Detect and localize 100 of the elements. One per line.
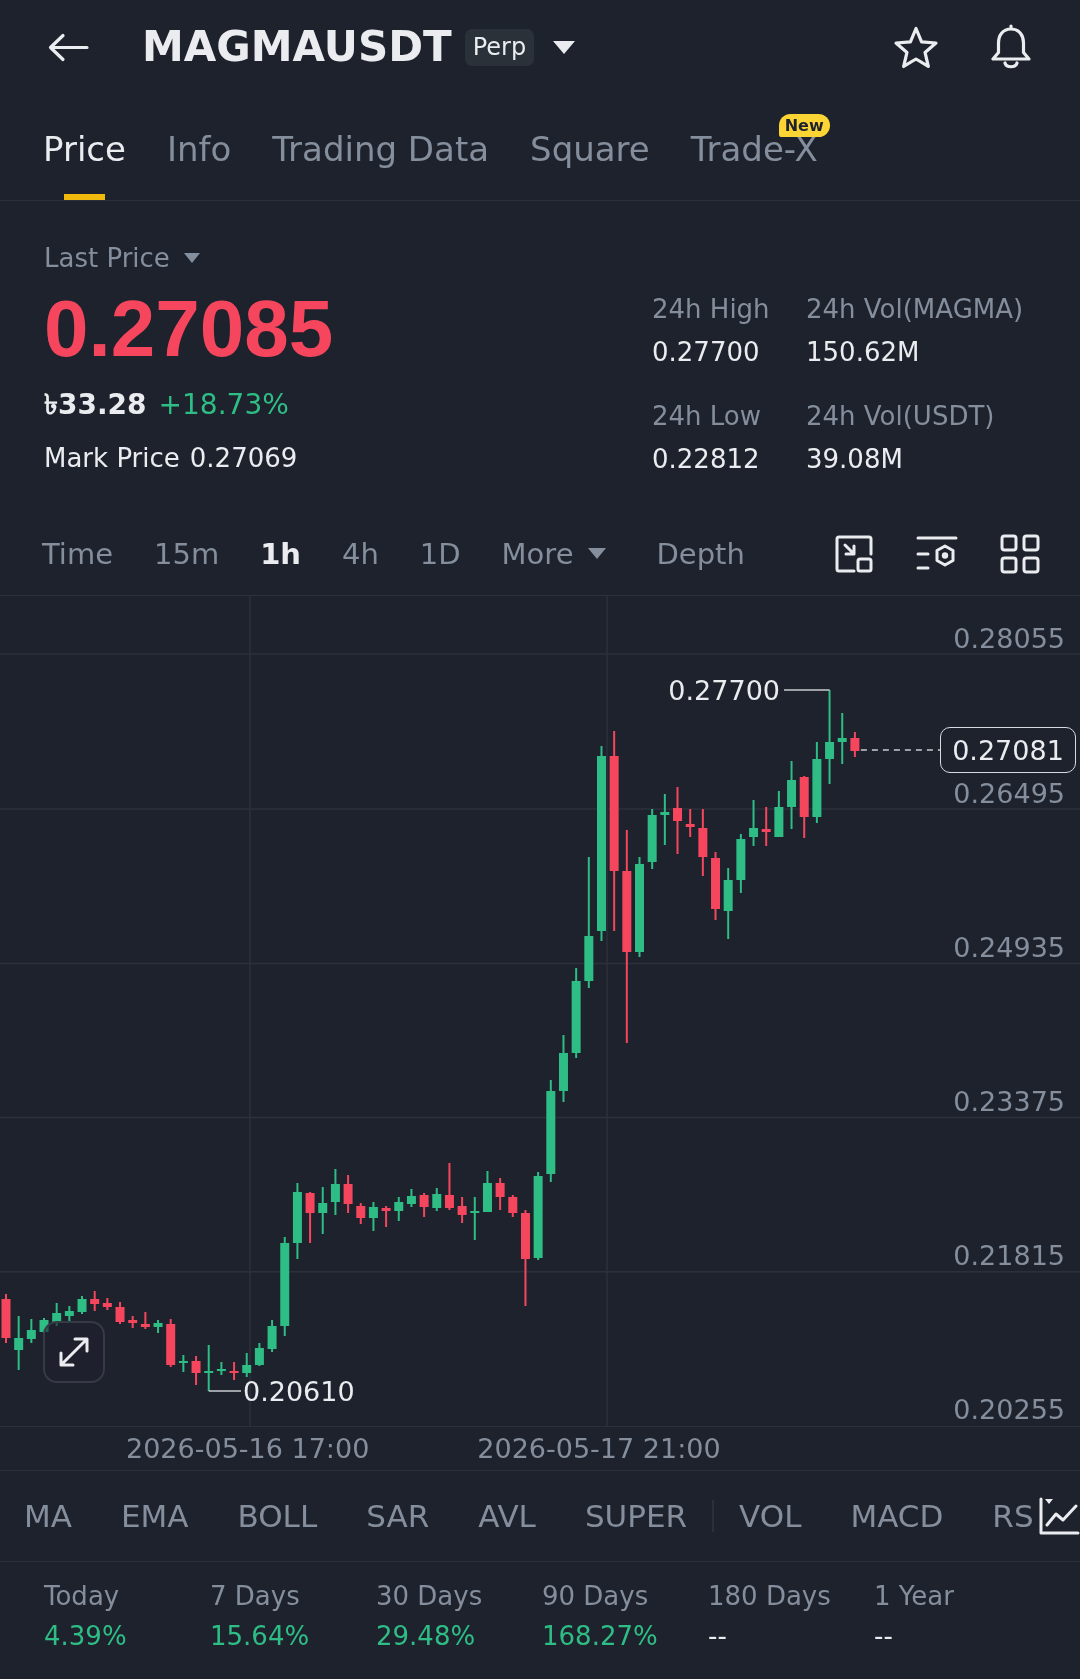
falling-candle [356, 1202, 366, 1225]
falling-candle [229, 1361, 239, 1381]
rising-candle [14, 1315, 24, 1371]
stat-label: 24h High [652, 293, 771, 326]
indicator-tab[interactable]: SAR [366, 1496, 430, 1536]
tab[interactable]: Square [530, 94, 650, 200]
falling-candle [305, 1191, 315, 1244]
depth-tab[interactable]: Depth [656, 533, 745, 574]
rising-candle [749, 799, 759, 847]
expand-button[interactable] [43, 1321, 105, 1383]
return-period-label: 1 Year [874, 1580, 954, 1612]
interval-tab[interactable]: 15m [154, 533, 220, 574]
falling-candle [685, 808, 695, 838]
rising-candle [787, 760, 797, 830]
falling-candle [102, 1297, 112, 1311]
falling-candle [191, 1355, 201, 1386]
local-currency-price: ৳33.28 [44, 387, 147, 423]
rising-candle [432, 1187, 442, 1212]
rising-candle [470, 1196, 480, 1241]
rising-candle [368, 1201, 378, 1232]
price-change-percent: +18.73% [158, 387, 289, 423]
indicator-tab[interactable]: AVL [478, 1496, 536, 1536]
return-period-label: 90 Days [542, 1580, 649, 1612]
rising-candle [837, 712, 847, 765]
falling-candle [343, 1174, 353, 1214]
rising-candle [330, 1168, 340, 1216]
interval-tab[interactable]: 1D [419, 533, 461, 574]
indicator-tab[interactable]: EMA [120, 1496, 189, 1536]
tab[interactable]: Trade-X New [690, 94, 830, 200]
price-axis-label: 0.21815 [953, 1240, 1065, 1272]
interval-tab[interactable]: Time [42, 533, 113, 574]
falling-candle [381, 1205, 391, 1228]
stat-label: 24h Vol(MAGMA) [806, 293, 1025, 326]
rising-candle [178, 1354, 188, 1373]
rising-candle [774, 790, 784, 838]
rising-candle [736, 833, 746, 894]
rising-candle [394, 1196, 404, 1222]
picture-in-picture-icon[interactable] [834, 533, 874, 574]
new-badge: New [778, 114, 830, 137]
falling-candle [166, 1318, 176, 1368]
falling-candle [115, 1301, 125, 1325]
expand-icon [57, 1335, 91, 1369]
falling-candle [850, 731, 860, 758]
tab[interactable]: Trading Data [272, 94, 490, 200]
falling-candle [128, 1315, 138, 1329]
back-arrow-icon[interactable] [48, 32, 89, 62]
stat-value: 0.27700 [652, 336, 761, 369]
rising-candle [153, 1319, 163, 1334]
mark-price-value: 0.27069 [189, 442, 298, 475]
return-period-label: Today [44, 1580, 120, 1612]
indicator-tab[interactable]: MACD [850, 1496, 944, 1536]
last-price-value: 0.27085 [44, 289, 334, 369]
rising-candle [64, 1305, 74, 1322]
price-axis-label: 0.28055 [953, 622, 1065, 654]
interval-tab[interactable]: 4h [341, 533, 379, 574]
falling-candle [508, 1194, 518, 1218]
time-axis-label: 2026-05-17 21:00 [477, 1433, 721, 1464]
indicator-tab[interactable]: BOLL [237, 1496, 318, 1536]
rising-candle [647, 808, 657, 870]
grid-icon[interactable] [1000, 533, 1040, 574]
last-price-dropdown[interactable]: Last Price [44, 240, 200, 276]
stat-label: 24h Vol(USDT) [806, 400, 996, 433]
return-period-label: 30 Days [376, 1580, 483, 1612]
stat-value: 0.22812 [652, 443, 761, 476]
indicator-tab[interactable]: SUPER [584, 1496, 688, 1536]
falling-candle [419, 1192, 429, 1218]
falling-candle [711, 851, 720, 921]
time-axis-label: 2026-05-16 17:00 [126, 1433, 370, 1464]
falling-candle [495, 1177, 505, 1211]
tab[interactable]: Info [166, 94, 232, 200]
rising-candle [660, 793, 670, 846]
stat-value: 150.62M [806, 336, 921, 369]
more-dropdown[interactable]: More [501, 533, 606, 574]
star-icon[interactable] [893, 25, 939, 69]
indicator-tab[interactable]: MA [24, 1496, 72, 1536]
return-value: -- [874, 1620, 893, 1652]
caret-icon [587, 548, 606, 559]
low-price-leader [207, 1390, 242, 1392]
return-period-label: 180 Days [708, 1580, 831, 1612]
return-value: -- [708, 1620, 727, 1652]
falling-candle [799, 775, 809, 839]
price-axis-label: 0.23375 [953, 1086, 1065, 1118]
tab[interactable]: Price [43, 94, 126, 200]
falling-candle [140, 1311, 150, 1330]
rising-candle [406, 1188, 416, 1208]
return-value: 168.27% [542, 1620, 658, 1652]
rising-candle [267, 1319, 277, 1353]
line-chart-icon[interactable] [1037, 1496, 1080, 1536]
last-price-tag: 0.27081 [940, 727, 1076, 773]
indicator-tab[interactable]: VOL [739, 1496, 802, 1536]
rising-candle [39, 1317, 49, 1335]
caret-icon[interactable] [553, 40, 576, 54]
falling-candle [1, 1293, 11, 1344]
rising-candle [318, 1186, 328, 1235]
return-value: 4.39% [44, 1620, 127, 1652]
indicator-tab[interactable]: RS [992, 1496, 1034, 1536]
stat-label: 24h Low [652, 400, 763, 433]
interval-tab[interactable]: 1h [260, 533, 301, 574]
rising-candle [254, 1342, 264, 1367]
price-axis-label: 0.26495 [953, 777, 1065, 809]
